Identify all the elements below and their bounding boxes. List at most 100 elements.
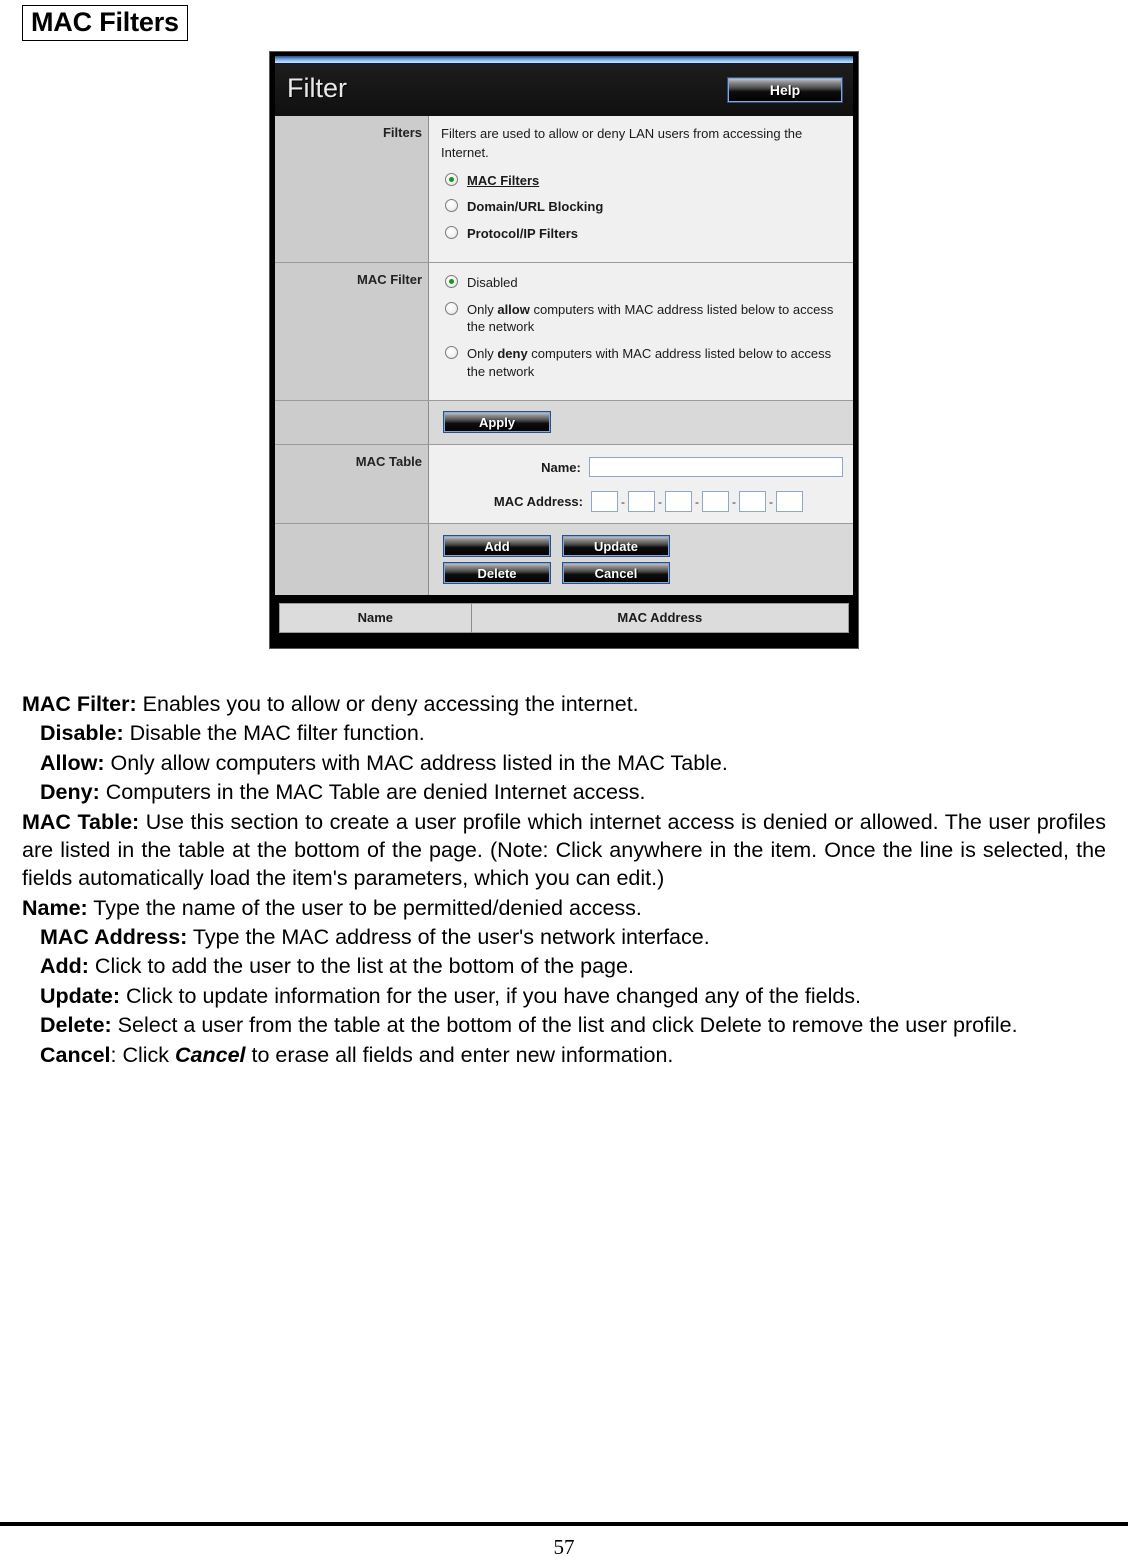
apply-row-content: Apply (428, 400, 853, 446)
radio-option-only-allow[interactable]: Only allow computers with MAC address li… (445, 301, 843, 336)
desc-deny-term: Deny: (40, 780, 100, 805)
actions-row-content: Add Update Delete Cancel (428, 523, 853, 596)
mac-list-column-mac-address: MAC Address (617, 610, 703, 626)
radio-option-disabled[interactable]: Disabled (445, 274, 843, 292)
apply-button[interactable]: Apply (443, 411, 551, 434)
desc-disable-text: Disable the MAC filter function. (123, 721, 425, 746)
desc-cancel-term: Cancel (40, 1042, 111, 1067)
actions-row-bottom: Delete Cancel (443, 562, 843, 585)
add-button[interactable]: Add (443, 535, 551, 558)
mac-octet-input-4[interactable] (702, 491, 729, 513)
radio-only-allow-pre: Only (467, 301, 498, 317)
mac-separator-1: - (621, 494, 625, 509)
desc-mac-filter-term: MAC Filter: (22, 692, 137, 717)
mac-list-container: Name MAC Address (275, 595, 853, 644)
mac-separator-2: - (658, 494, 662, 509)
desc-allow-term: Allow: (40, 750, 105, 775)
router-screenshot-figure: Filter Help Filters Filters are used to … (0, 51, 1128, 654)
filters-row-label: Filters (275, 116, 429, 264)
desc-mac-table-text: Use this section to create a user profil… (22, 809, 1107, 891)
desc-delete-text: Select a user from the table at the bott… (111, 1013, 1018, 1038)
delete-button[interactable]: Delete (443, 562, 551, 585)
desc-disable-term: Disable: (40, 721, 124, 746)
mac-separator-3: - (695, 494, 699, 509)
help-button[interactable]: Help (727, 77, 843, 104)
desc-name-term: Name: (22, 895, 88, 920)
desc-delete: Delete: Select a user from the table at … (40, 1011, 1106, 1039)
filter-settings-table: Filters Filters are used to allow or den… (275, 116, 853, 596)
desc-add: Add: Click to add the user to the list a… (40, 952, 1106, 980)
apply-row-label (275, 400, 429, 446)
radio-option-protocol-ip-filters[interactable]: Protocol/IP Filters (445, 225, 843, 243)
desc-mac-table-term: MAC Table: (22, 809, 140, 834)
radio-domain-url-blocking-label: Domain/URL Blocking (467, 199, 604, 215)
filters-row: Filters Filters are used to allow or den… (275, 116, 853, 264)
desc-name-text: Type the name of the user to be permitte… (87, 895, 642, 920)
mac-list-table: Name MAC Address (279, 603, 849, 634)
mac-octet-input-1[interactable] (591, 491, 618, 513)
mac-list-column-name: Name (279, 603, 472, 633)
desc-delete-term: Delete: (40, 1013, 112, 1038)
description-body: MAC Filter: Enables you to allow or deny… (22, 690, 1106, 1069)
radio-disabled-icon[interactable] (445, 275, 458, 289)
desc-add-term: Add: (40, 954, 89, 979)
actions-row-label (275, 523, 429, 596)
page-number: 57 (553, 1535, 575, 1559)
desc-cancel-emphasis: Cancel (175, 1042, 246, 1067)
desc-mac-filter: MAC Filter: Enables you to allow or deny… (22, 690, 1106, 718)
desc-allow-text: Only allow computers with MAC address li… (104, 750, 728, 775)
radio-option-only-deny[interactable]: Only deny computers with MAC address lis… (445, 345, 843, 380)
radio-only-deny-emphasis: deny (497, 346, 528, 361)
radio-protocol-ip-filters-icon[interactable] (445, 225, 458, 239)
actions-row-top: Add Update (443, 535, 843, 558)
mac-octet-input-2[interactable] (628, 491, 655, 513)
desc-disable: Disable: Disable the MAC filter function… (40, 719, 1106, 747)
desc-cancel: Cancel: Click Cancel to erase all fields… (40, 1041, 1106, 1069)
radio-option-mac-filters[interactable]: MAC Filters (445, 172, 843, 190)
desc-mac-address: MAC Address: Type the MAC address of the… (40, 923, 1106, 951)
mac-table-row-label: MAC Table (275, 444, 429, 525)
radio-only-allow-emphasis: allow (497, 301, 530, 317)
mac-list-header-row: Name MAC Address (279, 603, 849, 633)
name-field-label: Name: (541, 459, 581, 475)
radio-only-deny-icon[interactable] (445, 346, 458, 359)
panel-header: Filter Help (275, 64, 853, 117)
desc-add-text: Click to add the user to the list at the… (88, 954, 634, 979)
desc-mac-filter-text: Enables you to allow or deny accessing t… (136, 692, 639, 717)
mac-filter-row: MAC Filter Disabled Only allow computers… (275, 262, 853, 402)
title-gradient-strip (275, 56, 853, 65)
filters-description: Filters are used to allow or deny LAN us… (441, 126, 803, 160)
radio-protocol-ip-filters-label: Protocol/IP Filters (467, 225, 579, 241)
update-button[interactable]: Update (562, 535, 670, 558)
radio-only-allow-icon[interactable] (445, 301, 458, 315)
mac-filter-row-content: Disabled Only allow computers with MAC a… (428, 262, 853, 402)
radio-domain-url-blocking-icon[interactable] (445, 199, 458, 213)
mac-filter-row-label: MAC Filter (275, 262, 429, 402)
radio-only-deny-pre: Only (467, 346, 498, 361)
footer-divider (0, 1522, 1128, 1526)
radio-only-deny-label: Only deny computers with MAC address lis… (467, 345, 843, 380)
desc-update: Update: Click to update information for … (40, 982, 1106, 1010)
desc-cancel-mid: : Click (110, 1042, 176, 1067)
desc-update-text: Click to update information for the user… (120, 983, 862, 1008)
router-admin-panel: Filter Help Filters Filters are used to … (269, 51, 859, 650)
radio-option-domain-url-blocking[interactable]: Domain/URL Blocking (445, 198, 843, 216)
mac-address-field-label: MAC Address: (493, 494, 583, 510)
radio-only-allow-label: Only allow computers with MAC address li… (467, 301, 843, 336)
desc-deny-text: Computers in the MAC Table are denied In… (99, 780, 646, 805)
mac-octet-input-3[interactable] (665, 491, 692, 513)
name-input[interactable] (588, 457, 843, 478)
desc-mac-table: MAC Table: Use this section to create a … (22, 808, 1106, 893)
desc-mac-address-text: Type the MAC address of the user's netwo… (187, 925, 710, 950)
page-title: MAC Filters (22, 5, 188, 42)
radio-mac-filters-icon[interactable] (445, 172, 458, 186)
mac-separator-4: - (732, 494, 736, 509)
mac-octet-input-5[interactable] (739, 491, 766, 513)
desc-deny: Deny: Computers in the MAC Table are den… (40, 778, 1106, 806)
cancel-button[interactable]: Cancel (562, 562, 670, 585)
mac-separator-5: - (769, 494, 773, 509)
desc-mac-address-term: MAC Address: (40, 925, 188, 950)
mac-octet-input-6[interactable] (776, 491, 803, 513)
desc-update-term: Update: (40, 983, 121, 1008)
radio-mac-filters-label: MAC Filters (467, 172, 540, 188)
